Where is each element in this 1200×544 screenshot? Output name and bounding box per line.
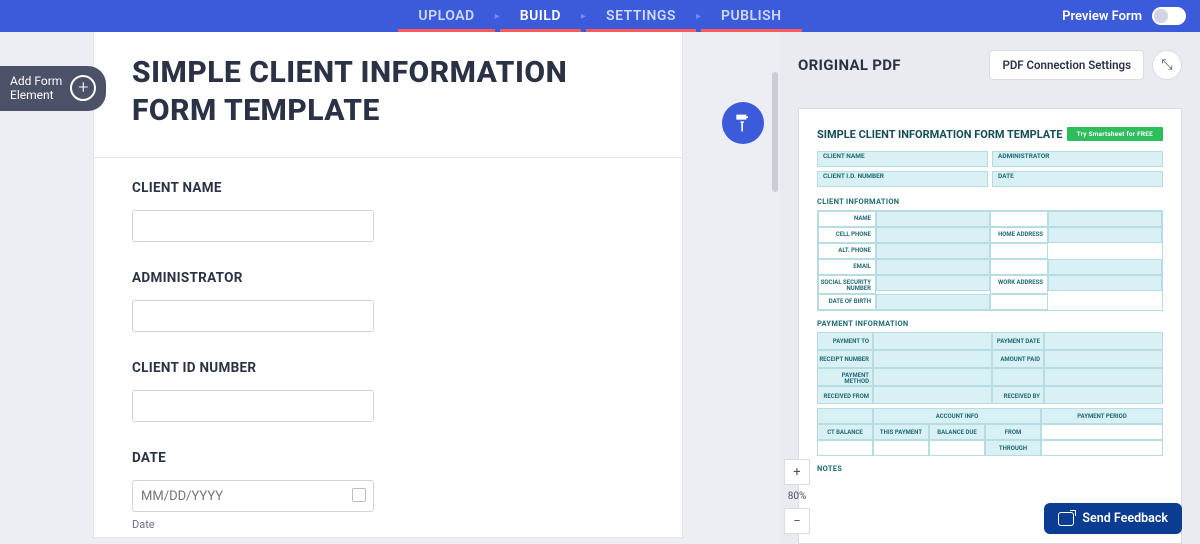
form-designer-button[interactable] (722, 102, 764, 144)
pdf-label: NAME (818, 211, 876, 227)
plus-icon: + (70, 75, 96, 101)
field-date[interactable]: DATE Date (94, 428, 682, 537)
pdf-label: RECEIPT NUMBER (817, 350, 873, 368)
form-builder-canvas: SIMPLE CLIENT INFORMATION FORM TEMPLATE … (0, 32, 780, 544)
pdf-label: ADMINISTRATOR (997, 152, 1050, 160)
zoom-in-button[interactable]: + (784, 459, 810, 485)
try-smartsheet-button[interactable]: Try Smartsheet for FREE (1067, 127, 1163, 141)
pdf-account-header: ACCOUNT INFOPAYMENT PERIOD (817, 408, 1163, 424)
date-sublabel: Date (132, 518, 644, 531)
add-label-1: Add Form (10, 74, 62, 88)
pdf-label: THIS PAYMENT (873, 424, 929, 440)
field-client-name[interactable]: CLIENT NAME (94, 158, 682, 248)
pdf-info-table: NAME CELL PHONE HOME ADDRESS ALT. PHONE E… (817, 210, 1163, 311)
nav-settings[interactable]: SETTINGS (586, 0, 696, 32)
pdf-label: CELL PHONE (818, 227, 876, 243)
field-label: CLIENT ID NUMBER (132, 360, 644, 376)
pdf-doc-title: SIMPLE CLIENT INFORMATION FORM TEMPLATE (817, 128, 1062, 141)
top-nav: UPLOAD ▸ BUILD ▸ SETTINGS ▸ PUBLISH Prev… (0, 0, 1200, 32)
pdf-label: AMOUNT PAID (992, 350, 1044, 368)
paint-roller-icon (733, 113, 753, 133)
pdf-settings-button[interactable]: PDF Connection Settings (989, 50, 1144, 80)
pdf-label: EMAIL (818, 259, 876, 275)
pdf-panel-title: ORIGINAL PDF (798, 56, 901, 74)
preview-toggle[interactable] (1152, 7, 1186, 25)
pdf-section: NOTES (817, 464, 1163, 473)
collapse-icon[interactable]: ⤡ (1152, 50, 1182, 80)
pdf-label: PAYMENT DATE (992, 332, 1044, 350)
pdf-label: CT BALANCE (817, 424, 873, 440)
pdf-label: PAYMENT TO (817, 332, 873, 350)
pdf-section: PAYMENT INFORMATION (817, 319, 1163, 328)
field-client-id[interactable]: CLIENT ID NUMBER (94, 338, 682, 428)
pdf-label: DATE (997, 172, 1015, 180)
pdf-account-row: THROUGH (817, 440, 1163, 456)
calendar-icon[interactable] (352, 488, 366, 502)
preview-label: Preview Form (1062, 9, 1142, 24)
add-form-element-button[interactable]: Add Form Element + (0, 66, 106, 111)
pdf-label: CLIENT I.D. NUMBER (822, 172, 885, 180)
form-card[interactable]: SIMPLE CLIENT INFORMATION FORM TEMPLATE … (94, 32, 682, 537)
feedback-label: Send Feedback (1082, 511, 1168, 526)
form-title[interactable]: SIMPLE CLIENT INFORMATION FORM TEMPLATE (94, 32, 682, 157)
nav-upload[interactable]: UPLOAD (398, 0, 494, 32)
date-input[interactable] (132, 480, 374, 512)
pdf-label: PAYMENT PERIOD (1041, 408, 1163, 424)
field-label: ADMINISTRATOR (132, 270, 644, 286)
add-label-2: Element (10, 88, 62, 102)
administrator-input[interactable] (132, 300, 374, 332)
pdf-label: ACCOUNT INFO (873, 408, 1041, 424)
pdf-label: RECEIVED BY (992, 386, 1044, 404)
zoom-level: 80% (788, 485, 807, 508)
pdf-preview[interactable]: SIMPLE CLIENT INFORMATION FORM TEMPLATE … (798, 108, 1182, 544)
field-administrator[interactable]: ADMINISTRATOR (94, 248, 682, 338)
field-label: DATE (132, 450, 644, 466)
pdf-label: DATE OF BIRTH (818, 294, 876, 310)
client-name-input[interactable] (132, 210, 374, 242)
pdf-label: CLIENT NAME (822, 152, 866, 160)
pdf-label: BALANCE DUE (929, 424, 985, 440)
pdf-label: ALT. PHONE (818, 243, 876, 259)
nav-build[interactable]: BUILD (500, 0, 581, 32)
pdf-label: THROUGH (985, 440, 1041, 456)
pdf-label: WORK ADDRESS (990, 275, 1048, 294)
pdf-section: CLIENT INFORMATION (817, 197, 1163, 206)
pdf-label: PAYMENT METHOD (817, 368, 873, 387)
pdf-payment-table: PAYMENT TO PAYMENT DATE RECEIPT NUMBER AMO… (817, 332, 1163, 405)
pdf-label: FROM (985, 424, 1041, 440)
send-feedback-button[interactable]: Send Feedback (1044, 503, 1182, 534)
zoom-out-button[interactable]: − (784, 508, 810, 534)
client-id-input[interactable] (132, 390, 374, 422)
field-label: CLIENT NAME (132, 180, 644, 196)
feedback-icon (1058, 512, 1074, 526)
pdf-account-row: CT BALANCETHIS PAYMENTBALANCE DUEFROM (817, 424, 1163, 440)
scrollbar[interactable] (772, 72, 778, 192)
pdf-label: HOME ADDRESS (990, 227, 1048, 243)
zoom-controls: + 80% − (784, 459, 810, 534)
pdf-panel: ORIGINAL PDF PDF Connection Settings ⤡ +… (780, 32, 1200, 544)
pdf-label: RECEIVED FROM (817, 386, 873, 404)
pdf-label: SOCIAL SECURITY NUMBER (818, 275, 876, 294)
nav-publish[interactable]: PUBLISH (701, 0, 802, 32)
